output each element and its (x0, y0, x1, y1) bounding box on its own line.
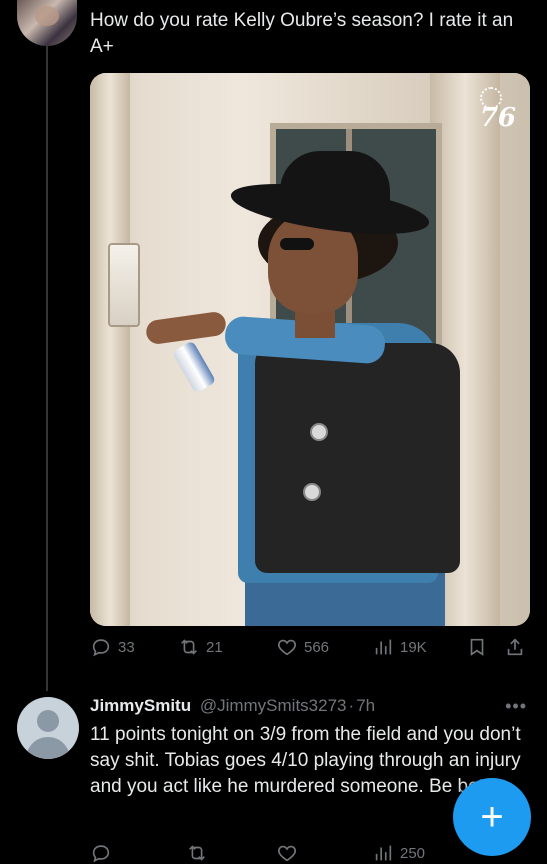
like-icon (278, 639, 296, 656)
reply-separator: · (348, 696, 355, 715)
reply-header: JimmySmitu @JimmySmits3273 · 7h (90, 696, 375, 716)
plus-icon: + (480, 794, 504, 839)
like-count: 566 (304, 638, 330, 656)
reply-reply-button[interactable] (90, 842, 112, 864)
like-icon (278, 845, 296, 862)
retweet-icon (189, 845, 205, 861)
photo-concho (303, 483, 321, 501)
retweet-button[interactable]: 21 (178, 636, 223, 658)
default-avatar-body (26, 737, 70, 759)
default-avatar-head (37, 710, 59, 732)
reply-time[interactable]: 7h (356, 696, 375, 715)
reply-icon (92, 845, 110, 863)
more-options-button[interactable]: ••• (505, 696, 527, 717)
bookmark-icon (470, 638, 484, 656)
views-icon (375, 639, 392, 655)
reply-avatar[interactable] (17, 697, 79, 759)
bookmark-button[interactable] (466, 636, 488, 658)
reply-display-name[interactable]: JimmySmitu (90, 696, 191, 715)
compose-button[interactable]: + (453, 778, 531, 856)
tweet-actions: 33 21 566 19K (90, 636, 530, 664)
reply-icon (92, 639, 110, 657)
retweet-icon (181, 639, 197, 655)
photo-concho (310, 423, 328, 441)
reply-retweet-button[interactable] (186, 842, 208, 864)
views-icon (375, 845, 392, 861)
photo-sunglasses (280, 238, 314, 250)
views-button[interactable]: 19K (372, 636, 427, 658)
share-button[interactable] (504, 636, 526, 658)
tweet-text: How do you rate Kelly Oubre’s season? I … (90, 10, 514, 57)
views-count: 19K (400, 638, 427, 656)
like-button[interactable]: 566 (276, 636, 329, 658)
reply-count: 33 (118, 638, 135, 656)
photo-vest (255, 343, 460, 573)
retweet-count: 21 (206, 638, 223, 656)
team-logo: 76 (479, 103, 516, 133)
thread-line (46, 46, 48, 691)
reply-like-button[interactable] (276, 842, 298, 864)
author-avatar[interactable] (17, 0, 77, 46)
share-icon (507, 638, 523, 656)
reply-views-button[interactable]: 250 (372, 842, 425, 864)
reply-button[interactable]: 33 (90, 636, 135, 658)
photo-column (90, 73, 130, 626)
photo-lantern (108, 243, 140, 327)
tweet-photo[interactable]: 76 (90, 73, 530, 626)
reply-handle[interactable]: @JimmySmits3273 (200, 696, 347, 715)
